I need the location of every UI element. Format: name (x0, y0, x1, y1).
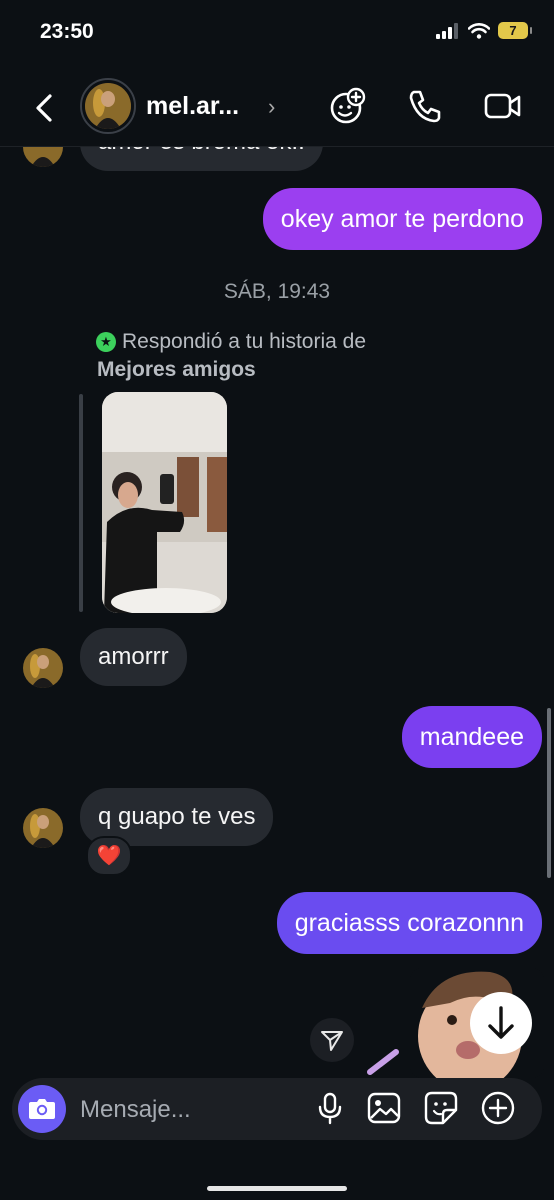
story-reply-label: ★ Respondió a tu historia de (96, 330, 366, 354)
avatar (23, 147, 63, 167)
comb-sticker-icon (366, 1046, 402, 1076)
camera-icon (29, 1099, 55, 1119)
arrow-down-icon (488, 1006, 514, 1039)
message-bubble-outgoing[interactable]: okey amor te perdono (262, 188, 542, 250)
microphone-icon[interactable] (312, 1090, 348, 1126)
image-icon[interactable] (366, 1090, 402, 1126)
story-thumbnail[interactable] (102, 392, 227, 613)
plus-circle-icon[interactable] (480, 1090, 516, 1126)
phone-icon[interactable] (405, 86, 445, 126)
message-input[interactable] (80, 1092, 280, 1128)
video-camera-icon[interactable] (483, 86, 523, 126)
message-bubble-outgoing[interactable]: graciasss corazonnn (276, 892, 542, 954)
avatar[interactable] (23, 808, 63, 848)
timestamp-separator: SÁB, 19:43 (223, 280, 331, 303)
back-icon[interactable] (30, 88, 60, 128)
reaction-heart[interactable]: ❤️ (86, 836, 132, 876)
contact-avatar[interactable] (80, 78, 136, 134)
camera-button[interactable] (18, 1085, 66, 1133)
wifi-icon (468, 22, 490, 39)
scrollbar[interactable] (547, 708, 551, 878)
story-reply-sublabel: Mejores amigos (97, 358, 256, 381)
partial-message-row: amor es broma ok.. (0, 147, 554, 177)
home-indicator (207, 1186, 347, 1191)
avatar[interactable] (23, 648, 63, 688)
chevron-right-icon: › (268, 94, 276, 119)
status-time: 23:50 (40, 20, 94, 43)
status-icons: 7 (436, 22, 532, 39)
close-friends-star-icon: ★ (96, 332, 116, 352)
sticker-icon[interactable] (423, 1090, 459, 1126)
reply-quote-bar (79, 394, 83, 612)
message-bubble-outgoing[interactable]: mandeee (401, 706, 542, 768)
send-icon[interactable] (310, 1018, 354, 1062)
scroll-to-bottom-button[interactable] (470, 992, 532, 1054)
battery-indicator: 7 (498, 22, 532, 39)
contact-name[interactable]: mel.ar... (146, 92, 239, 121)
effects-icon[interactable] (328, 86, 368, 126)
message-bubble-incoming[interactable]: amor es broma ok.. (80, 147, 323, 171)
signal-icon (436, 22, 458, 39)
message-bubble-incoming[interactable]: amorrr (80, 628, 187, 686)
